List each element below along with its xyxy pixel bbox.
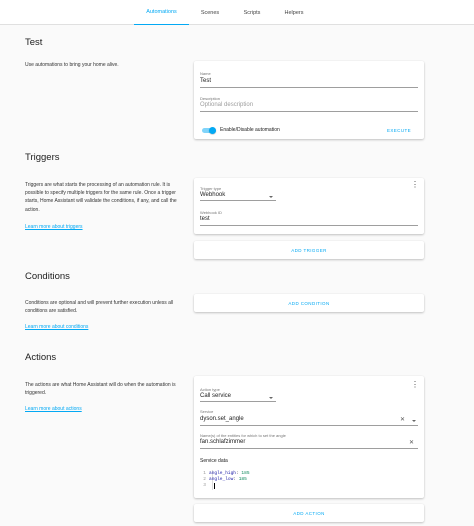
actions-description-text: The actions are what Home Assistant will… <box>25 382 176 397</box>
name-field[interactable]: Test <box>200 78 211 84</box>
service-label: Service <box>200 409 214 414</box>
action-card: ⋮ Action type Call service Service dyson… <box>194 376 424 498</box>
description-field[interactable]: Optional description <box>200 102 253 108</box>
name-underline <box>200 87 418 88</box>
add-action-card: ADD ACTION <box>194 504 424 522</box>
service-underline <box>200 425 418 426</box>
code-key: angle_high <box>209 471 237 476</box>
name-label: Name <box>200 71 211 76</box>
trigger-menu-icon[interactable]: ⋮ <box>411 181 419 189</box>
webhook-id-field[interactable]: test <box>200 216 210 222</box>
action-menu-icon[interactable]: ⋮ <box>411 381 419 389</box>
line-number: 3 <box>203 483 206 488</box>
conditions-description-text: Conditions are optional and will prevent… <box>25 300 174 315</box>
add-action-button[interactable]: ADD ACTION <box>194 511 424 516</box>
description-underline <box>200 111 418 112</box>
text-cursor <box>214 483 215 489</box>
service-field[interactable]: dyson.set_angle <box>200 416 244 422</box>
tab-helpers[interactable]: Helpers <box>273 0 315 25</box>
conditions-learn-more-link[interactable]: Learn more about conditions <box>25 324 88 330</box>
clear-icon[interactable]: ✕ <box>409 440 414 446</box>
add-trigger-card: ADD TRIGGER <box>194 241 424 259</box>
automation-settings-card: Name Test Description Optional descripti… <box>194 61 424 139</box>
enable-toggle-knob[interactable] <box>209 127 216 134</box>
code-line: 3 <box>199 483 250 489</box>
action-type-select[interactable]: Call service <box>200 393 231 399</box>
add-condition-card: ADD CONDITION <box>194 294 424 312</box>
action-type-underline <box>200 401 276 402</box>
chevron-down-icon[interactable] <box>269 196 273 198</box>
description-label: Description <box>200 96 221 101</box>
actions-section-title: Actions <box>25 352 57 363</box>
actions-learn-more-link[interactable]: Learn more about actions <box>25 406 82 412</box>
webhook-id-label: Webhook ID <box>200 210 222 215</box>
tab-scenes[interactable]: Scenes <box>189 0 231 25</box>
service-data-editor[interactable]: 1 angle_high: 185 2 angle_low: 185 3 <box>199 471 250 489</box>
code-value: 185 <box>241 471 250 476</box>
code-key: angle_low <box>209 477 234 482</box>
trigger-type-label: Trigger type <box>200 186 222 191</box>
chevron-down-icon[interactable] <box>269 397 273 399</box>
triggers-section-title: Triggers <box>25 152 60 163</box>
automation-section-title: Test <box>25 37 43 48</box>
entities-underline <box>200 448 418 449</box>
entities-label: Name(s) of the entities for which to set… <box>200 433 286 438</box>
enable-toggle-label: Enable/Disable automation <box>220 127 280 133</box>
entities-field[interactable]: fan.schlafzimmer <box>200 439 245 445</box>
conditions-section-title: Conditions <box>25 271 70 282</box>
webhook-id-underline <box>200 225 418 226</box>
trigger-card: ⋮ Trigger type Webhook Webhook ID test <box>194 178 424 234</box>
chevron-down-icon[interactable] <box>412 420 416 422</box>
clear-icon[interactable]: ✕ <box>400 417 405 423</box>
automation-description-text: Use automations to bring your home alive… <box>25 62 119 68</box>
triggers-learn-more-link[interactable]: Learn more about triggers <box>25 224 83 230</box>
add-trigger-button[interactable]: ADD TRIGGER <box>194 248 424 253</box>
add-condition-button[interactable]: ADD CONDITION <box>194 301 424 306</box>
code-value: 185 <box>238 477 247 482</box>
top-navigation: Automations Scenes Scripts Helpers <box>0 0 474 25</box>
service-data-label: Service data <box>200 458 228 464</box>
triggers-description-text: Triggers are what starts the processing … <box>25 182 177 213</box>
execute-button[interactable]: EXECUTE <box>384 128 414 133</box>
trigger-type-select[interactable]: Webhook <box>200 192 225 198</box>
trigger-type-underline <box>200 200 276 201</box>
tab-scripts[interactable]: Scripts <box>231 0 273 25</box>
action-type-label: Action type <box>200 387 220 392</box>
tab-automations[interactable]: Automations <box>134 0 189 25</box>
